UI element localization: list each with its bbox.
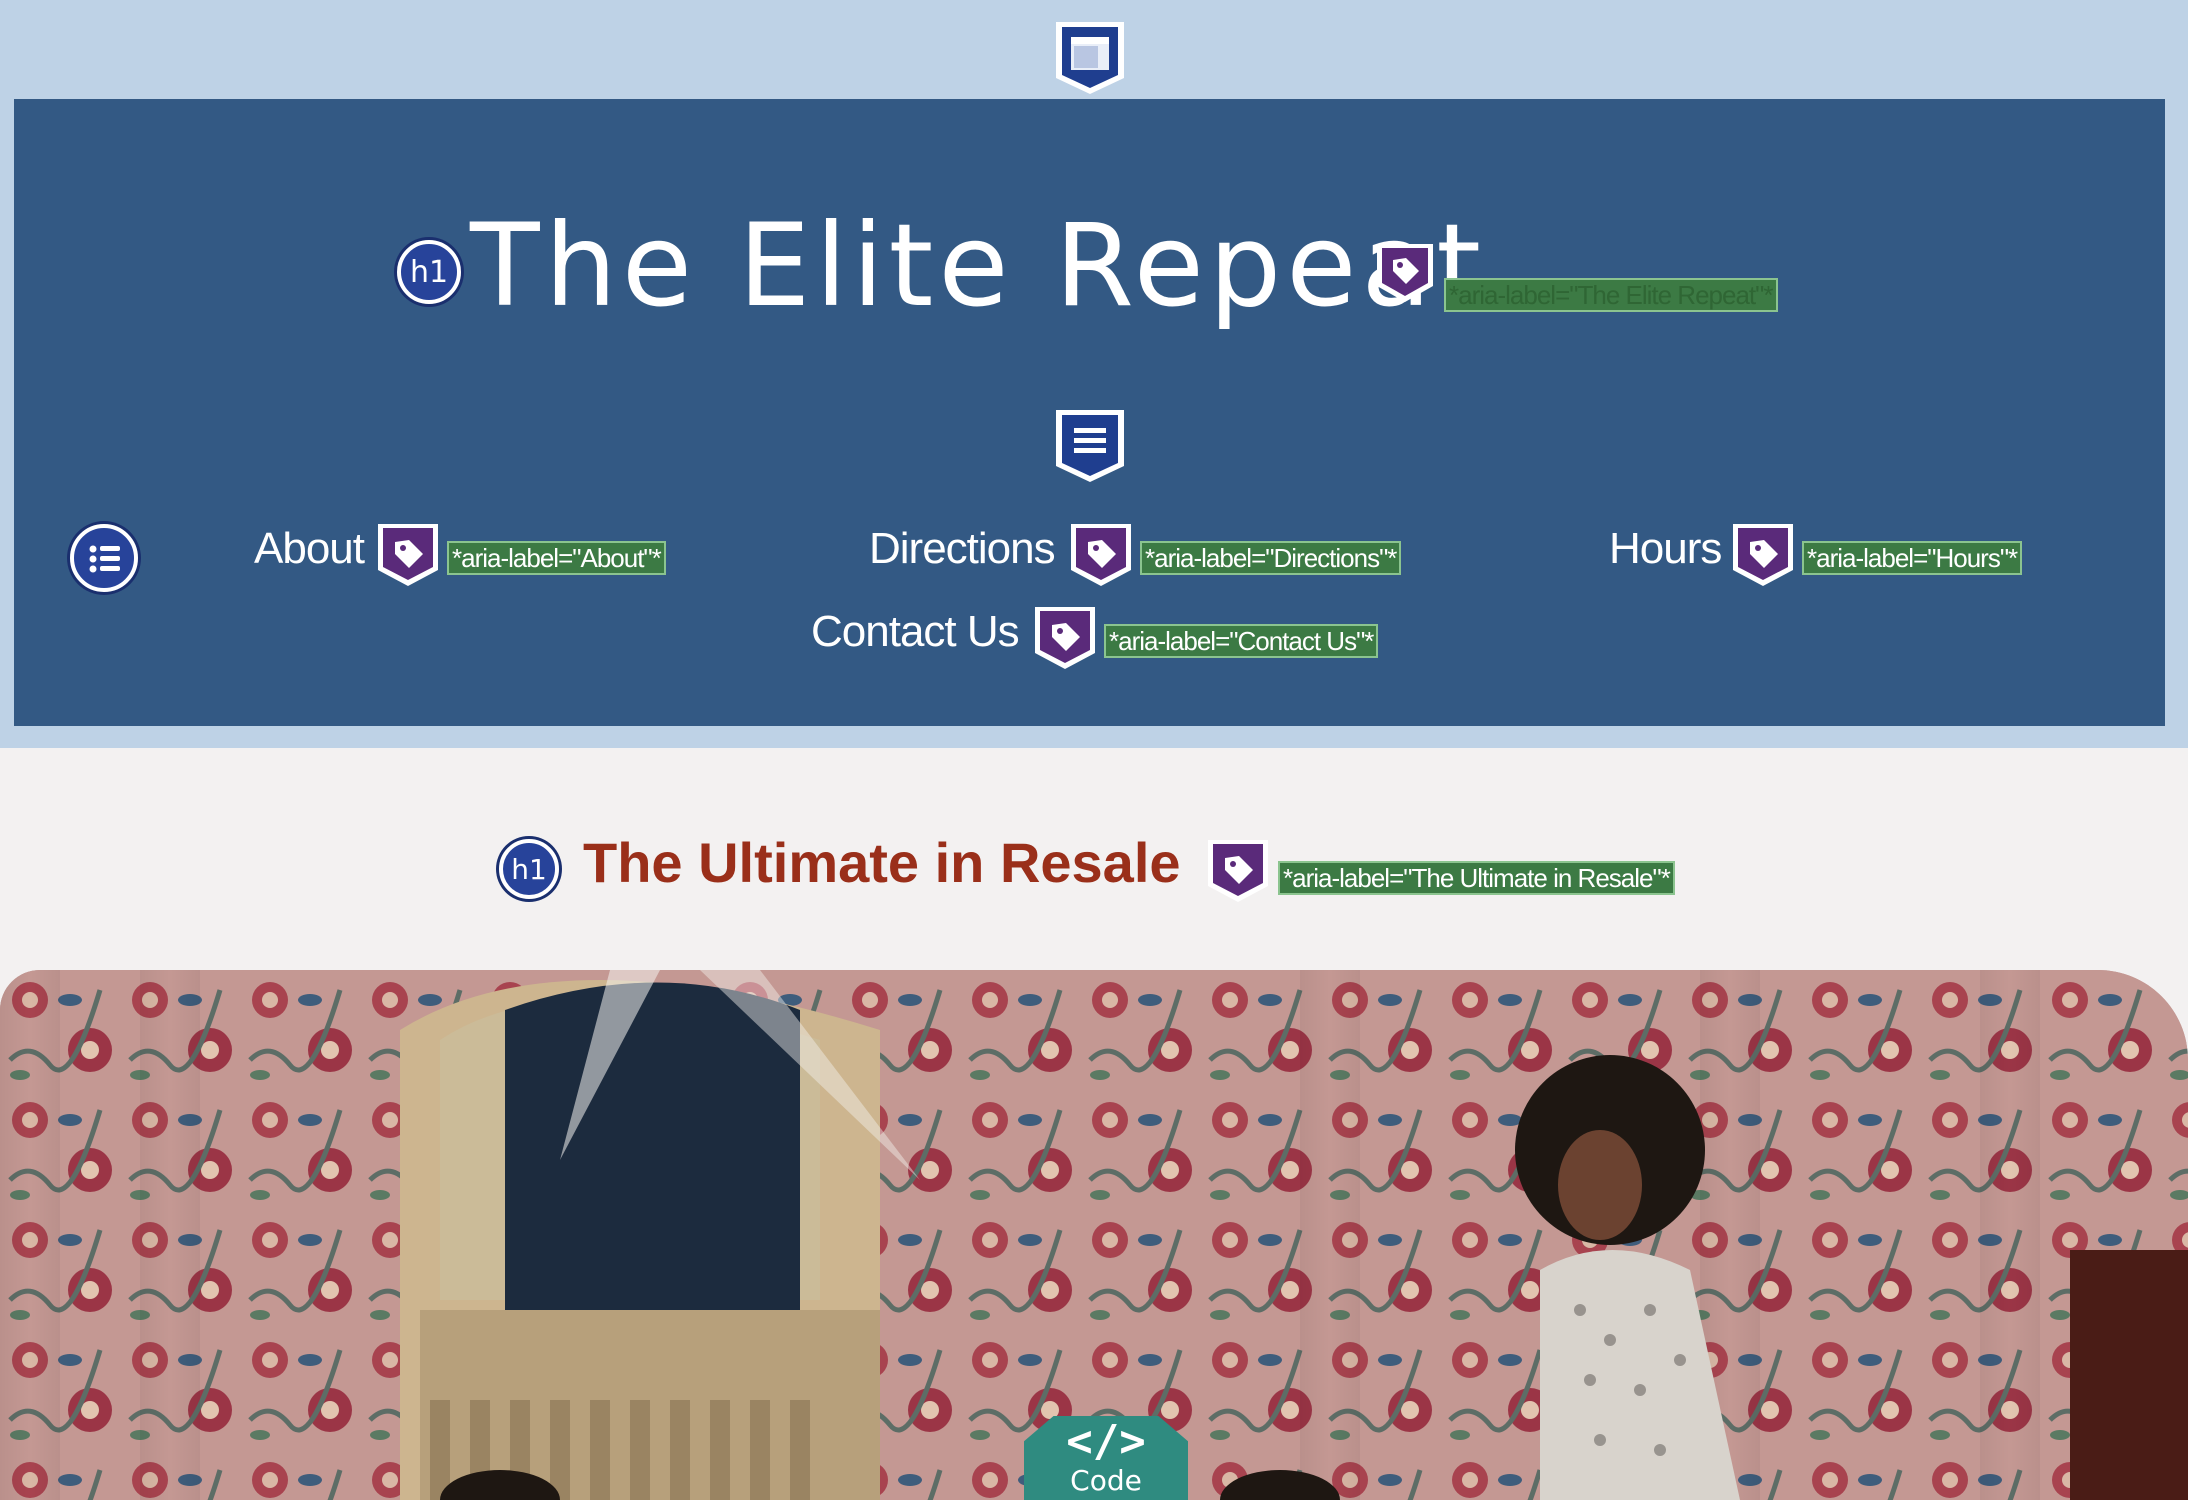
nav-link-hours[interactable]: Hours [1609, 524, 1722, 574]
site-title: The Elite Repeat [470, 199, 1486, 332]
h1-badge-icon: h1 [499, 839, 559, 899]
tag-icon [1035, 607, 1095, 669]
nav-link-about[interactable]: About [254, 524, 365, 574]
aria-label-tag-contact-us: *aria-label="Contact Us"* [1104, 624, 1379, 658]
code-icon: </> [1066, 1416, 1146, 1467]
header-landmark-icon [1056, 22, 1124, 94]
tag-icon [1071, 524, 1131, 586]
section-heading: The Ultimate in Resale [583, 831, 1181, 894]
aria-label-tag-directions: *aria-label="Directions"* [1140, 541, 1402, 575]
tag-icon [1208, 840, 1268, 902]
aria-label-tag-hours: *aria-label="Hours"* [1802, 541, 2023, 575]
code-button-label: Code [1070, 1464, 1142, 1497]
h1-badge-icon: h1 [397, 240, 461, 304]
code-button[interactable]: </> Code [1024, 1416, 1188, 1500]
aria-label-tag-heading: *aria-label="The Ultimate in Resale"* [1278, 861, 1675, 895]
list-icon [70, 524, 138, 592]
aria-label-tag-title: *aria-label="The Elite Repeat"* [1444, 278, 1778, 312]
nav-link-contact-us[interactable]: Contact Us [811, 607, 1020, 657]
tag-icon [1377, 244, 1433, 302]
nav-link-directions[interactable]: Directions [869, 524, 1056, 574]
tag-icon [378, 524, 438, 586]
navigation-landmark-icon [1056, 410, 1124, 482]
tag-icon [1733, 524, 1793, 586]
aria-label-tag-about: *aria-label="About"* [447, 541, 666, 575]
